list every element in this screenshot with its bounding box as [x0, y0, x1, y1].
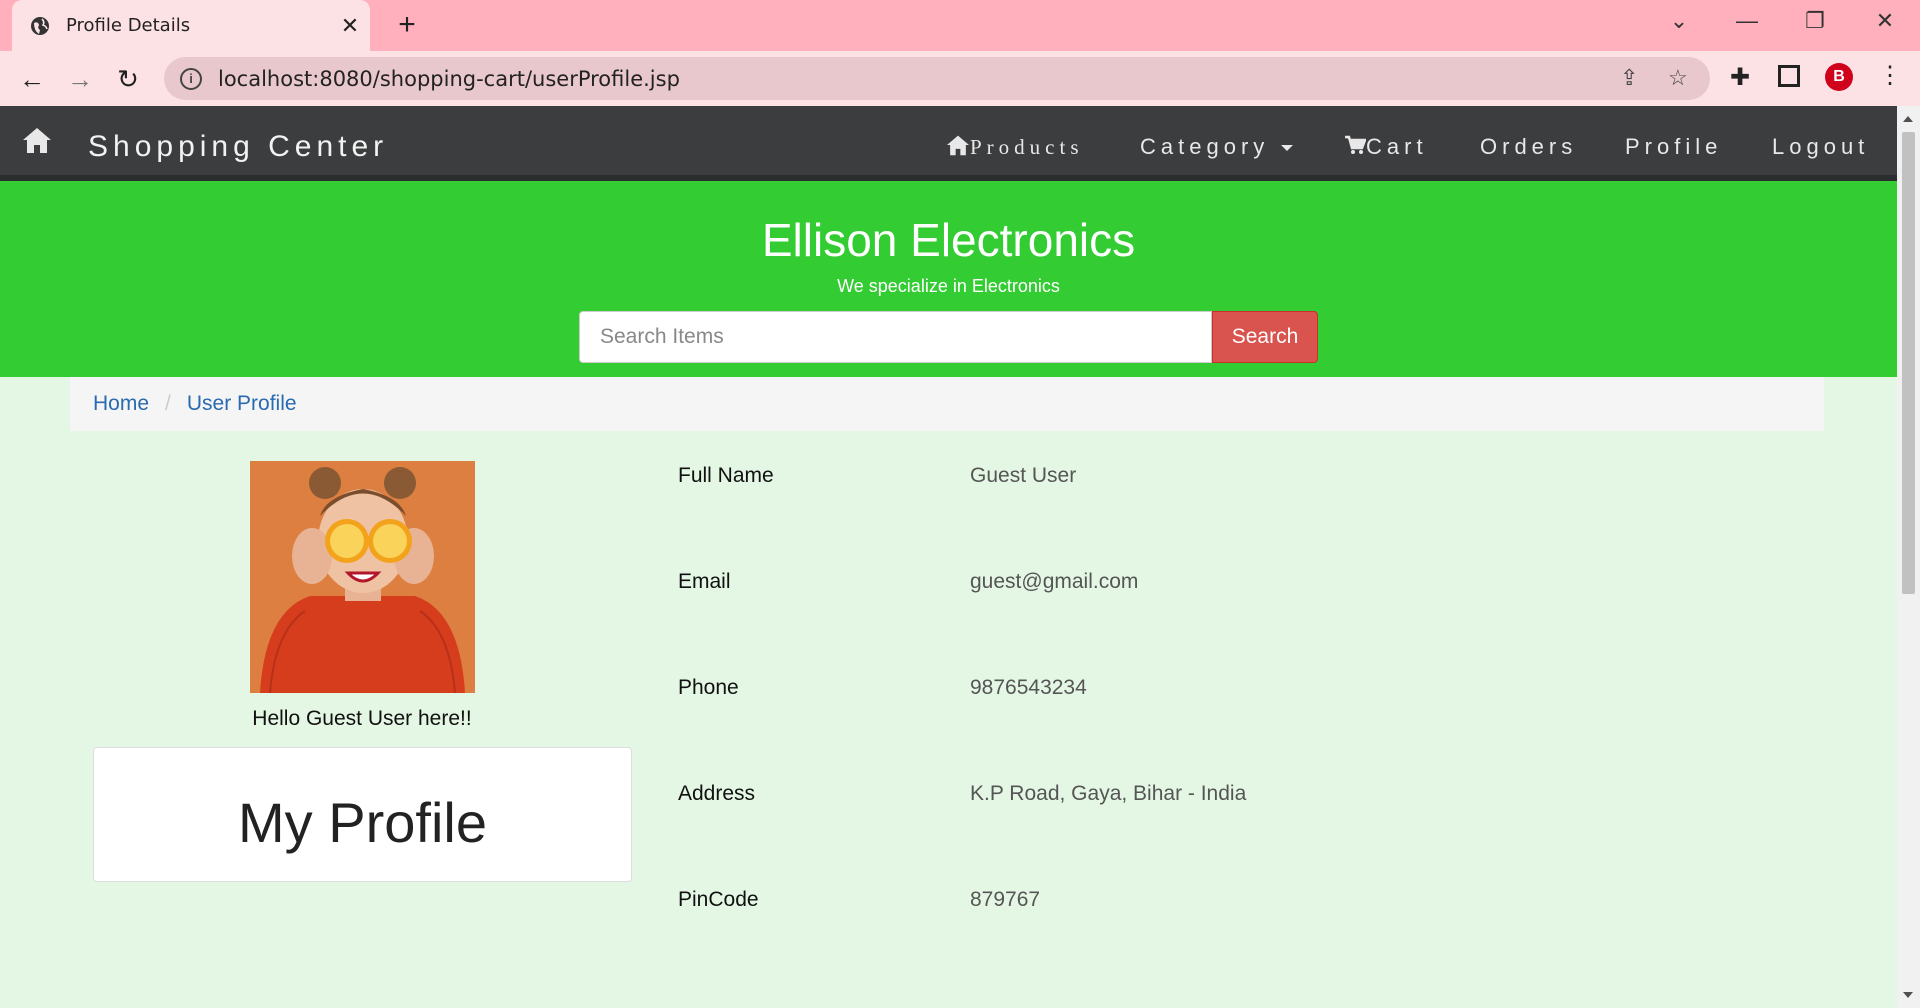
address-bar[interactable]: i localhost:8080/shopping-cart/userProfi… [164, 57, 1710, 100]
scroll-up-arrow-icon[interactable] [1903, 116, 1913, 122]
profile-avatar [250, 461, 475, 693]
scrollbar-thumb[interactable] [1902, 132, 1915, 594]
search-button[interactable]: Search [1212, 311, 1318, 363]
extension-badge-icon[interactable]: B [1825, 63, 1853, 91]
browser-tab[interactable]: Profile Details ✕ [12, 0, 370, 51]
home-icon[interactable] [22, 126, 52, 154]
brand-name[interactable]: Shopping Center [88, 130, 388, 164]
scroll-down-arrow-icon[interactable] [1903, 992, 1913, 998]
profile-card: My Profile [93, 747, 632, 882]
share-icon[interactable]: ⇪ [1620, 65, 1638, 91]
forward-icon[interactable]: → [64, 63, 96, 95]
field-value-email: guest@gmail.com [970, 570, 1139, 593]
minimize-icon[interactable]: — [1722, 6, 1772, 36]
restore-icon[interactable]: ❐ [1790, 6, 1840, 36]
field-value-phone: 9876543234 [970, 676, 1087, 699]
field-value-pincode: 879767 [970, 888, 1041, 911]
sidepanel-icon[interactable] [1778, 65, 1800, 87]
globe-icon [31, 16, 49, 35]
breadcrumb-user-profile[interactable]: User Profile [187, 392, 297, 416]
field-value-full-name: Guest User [970, 464, 1077, 487]
nav-products-label: Products [970, 135, 1084, 159]
close-tab-icon[interactable]: ✕ [330, 13, 370, 39]
store-title: Ellison Electronics [761, 214, 1136, 266]
cart-icon [1345, 135, 1367, 154]
page-scrollbar[interactable] [1897, 106, 1920, 1008]
profile-greeting: Hello Guest User here!! [252, 707, 472, 730]
profile-card-title: My Profile [238, 791, 487, 854]
search-form: Search [579, 311, 1318, 363]
store-header: Ellison Electronics We specialize in Ele… [0, 181, 1897, 377]
browser-tab-strip: Profile Details ✕ + ⌄ — ❐ ✕ [0, 0, 1920, 51]
bookmark-star-icon[interactable]: ☆ [1668, 65, 1688, 91]
url-text: localhost:8080/shopping-cart/userProfile… [218, 66, 680, 91]
caret-down-icon [1281, 145, 1294, 152]
tab-search-icon[interactable]: ⌄ [1654, 6, 1704, 36]
store-tagline: We specialize in Electronics [837, 276, 1060, 296]
extensions-icon[interactable]: ✚ [1730, 63, 1750, 92]
nav-cart-label: Cart [1366, 134, 1428, 159]
browser-toolbar: ← → ↻ i localhost:8080/shopping-cart/use… [0, 51, 1920, 106]
nav-category[interactable]: Category [1140, 134, 1294, 160]
site-info-icon[interactable]: i [180, 67, 202, 90]
back-icon[interactable]: ← [16, 63, 48, 95]
field-label-full-name: Full Name [678, 464, 774, 487]
nav-profile[interactable]: Profile [1625, 134, 1722, 160]
breadcrumb-home[interactable]: Home [93, 392, 149, 416]
breadcrumb-separator: / [165, 392, 171, 415]
nav-logout[interactable]: Logout [1772, 134, 1869, 160]
nav-cart[interactable]: Cart [1344, 134, 1428, 160]
field-value-address: K.P Road, Gaya, Bihar - India [970, 782, 1247, 805]
reload-icon[interactable]: ↻ [112, 63, 144, 95]
field-label-address: Address [678, 782, 756, 805]
site-navbar: Shopping Center Products Category Cart O… [0, 106, 1897, 181]
nav-orders[interactable]: Orders [1480, 134, 1577, 160]
home-icon [947, 135, 969, 156]
tab-title: Profile Details [66, 15, 191, 36]
breadcrumb: Home / User Profile [70, 377, 1824, 431]
field-label-phone: Phone [678, 676, 739, 699]
field-label-pincode: PinCode [678, 888, 759, 911]
field-label-email: Email [678, 570, 731, 593]
new-tab-icon[interactable]: + [390, 8, 424, 42]
nav-products[interactable]: Products [946, 134, 1084, 160]
close-window-icon[interactable]: ✕ [1860, 6, 1910, 36]
nav-category-label: Category [1140, 134, 1270, 159]
menu-kebab-icon[interactable]: ⋮ [1878, 61, 1902, 90]
search-input[interactable] [579, 311, 1212, 363]
